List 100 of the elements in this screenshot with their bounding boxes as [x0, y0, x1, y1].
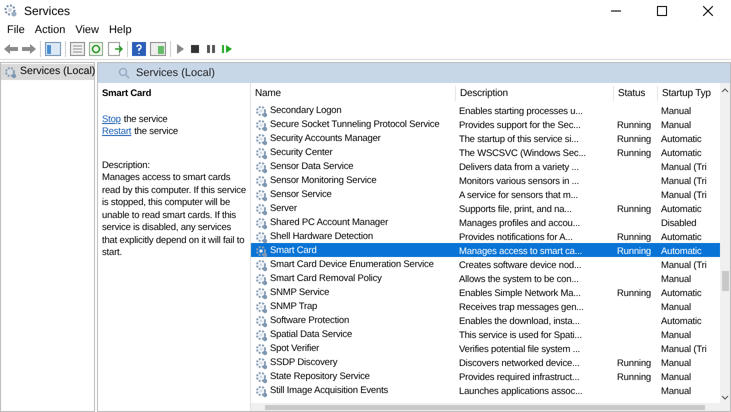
table-cell: Enables starting processes u...	[459, 106, 583, 117]
table-cell: Still Image Acquisition Events	[270, 384, 388, 398]
pause-icon[interactable]	[205, 43, 217, 55]
table-cell: Automatic	[661, 316, 702, 327]
scroll-thumb[interactable]	[265, 404, 705, 410]
table-cell: Spatial Data Service	[270, 328, 352, 342]
table-cell: Automatic	[661, 246, 702, 257]
table-cell: Discovers networked device...	[459, 358, 580, 369]
service-row[interactable]: Security Center The WSCSVC (Windows Sec... Running Automatic	[251, 145, 720, 159]
properties-icon[interactable]	[70, 42, 85, 56]
table-cell: Running	[617, 246, 651, 257]
table-cell: Manual	[661, 302, 691, 313]
table-cell: Automatic	[661, 134, 702, 145]
action-text: the service	[124, 114, 168, 126]
column-header[interactable]: Status	[613, 86, 657, 100]
table-cell: SNMP Trap	[270, 300, 318, 314]
table-cell: Manual	[661, 358, 691, 369]
table-cell: Manages profiles and accou...	[459, 218, 580, 229]
table-cell: Supports file, print, and na...	[459, 204, 572, 215]
table-cell: Spot Verifier	[270, 342, 320, 356]
table-cell: The WSCSVC (Windows Sec...	[459, 148, 586, 159]
view-pane-icon[interactable]	[150, 42, 166, 56]
service-row[interactable]: Still Image Acquisition Events Launches applications assoc... Manual	[251, 383, 720, 397]
service-row[interactable]: Smart Card Removal Policy Allows the system to be con... Manual	[251, 271, 720, 285]
table-cell: Smart Card	[270, 244, 317, 258]
table-cell: The startup of this service si...	[459, 134, 579, 145]
service-row[interactable]: Sensor Monitoring Service Monitors various sensors in ... Manual (Tri	[251, 173, 720, 187]
menu-item[interactable]: Action	[30, 22, 70, 39]
action-link[interactable]: Stop	[102, 114, 121, 126]
scroll-thumb[interactable]	[722, 271, 728, 291]
table-cell: Monitors various sensors in ...	[459, 176, 579, 187]
service-row[interactable]: Spatial Data Service This service is used for Spati... Manual	[251, 327, 720, 341]
table-cell: SNMP Service	[270, 286, 330, 300]
table-cell: Sensor Monitoring Service	[270, 174, 376, 188]
service-row[interactable]: Shared PC Account Manager Manages profiles and accou... Disabled	[251, 215, 720, 229]
description-text: Manages access to smart cards read by this computer. If this service is stopped, this computer will be unable to read smart cards. If this service is disabled, any services that explicitly depend on it will fail to start.	[102, 172, 246, 260]
table-cell: A service for sensors that m...	[459, 190, 578, 201]
table-cell: Automatic	[661, 232, 702, 243]
table-cell: Manual (Tri	[661, 260, 706, 271]
service-row[interactable]: Smart Card Manages access to smart ca... Running Automatic	[251, 243, 720, 257]
vertical-scrollbar[interactable]	[720, 83, 730, 403]
table-cell: Manual	[661, 330, 691, 341]
refresh-icon[interactable]	[89, 42, 104, 56]
table-cell: Launches applications assoc...	[459, 386, 582, 397]
stop-icon[interactable]	[189, 43, 201, 55]
table-cell: Smart Card Removal Policy	[270, 272, 382, 286]
service-row[interactable]: Security Accounts Manager The startup of this service si... Running Automatic	[251, 131, 720, 145]
scroll-down-icon[interactable]	[721, 395, 729, 401]
table-cell: Running	[617, 232, 651, 243]
service-row[interactable]: Server Supports file, print, and na... Running Automatic	[251, 201, 720, 215]
menu-item[interactable]: File	[2, 22, 30, 39]
service-title: Smart Card	[102, 88, 152, 100]
export-icon[interactable]	[108, 42, 123, 56]
service-row[interactable]: Shell Hardware Detection Provides notifications for A... Running Automatic	[251, 229, 720, 243]
console-tree-icon[interactable]	[45, 42, 61, 56]
table-cell: Provides support for the Sec...	[459, 120, 581, 131]
table-cell: Running	[617, 204, 651, 215]
table-cell: Running	[617, 372, 651, 383]
table-cell: Manual	[661, 386, 691, 397]
window-title: Services	[24, 3, 70, 20]
service-row[interactable]: SSDP Discovery Discovers networked device... Running Manual	[251, 355, 720, 369]
service-row[interactable]: Secondary Logon Enables starting processes u... Manual	[251, 103, 720, 117]
table-cell: Security Center	[270, 146, 332, 160]
service-row[interactable]: Smart Card Device Enumeration Service Creates software device nod... Manual (Tri	[251, 257, 720, 271]
table-cell: Manual (Tri	[661, 162, 706, 173]
table-cell: Delivers data from a variety ...	[459, 162, 579, 173]
service-row[interactable]: Sensor Data Service Delivers data from a variety ... Manual (Tri	[251, 159, 720, 173]
back-arrow-icon[interactable]	[4, 43, 18, 55]
service-row[interactable]: State Repository Service Provides required infrastruct... Running Manual	[251, 369, 720, 383]
resume-icon[interactable]	[221, 43, 233, 55]
close-icon	[703, 6, 713, 16]
table-cell: Disabled	[661, 218, 696, 229]
scroll-up-icon[interactable]	[721, 87, 729, 93]
service-row[interactable]: Sensor Service A service for sensors that m... Manual (Tri	[251, 187, 720, 201]
action-link[interactable]: Restart	[102, 126, 132, 138]
service-row[interactable]: Secure Socket Tunneling Protocol Service Provides support for the Sec... Running Manual	[251, 117, 720, 131]
table-cell: Enables Simple Network Ma...	[459, 288, 581, 299]
forward-arrow-icon[interactable]	[22, 43, 36, 55]
menu-item[interactable]: View	[70, 22, 104, 39]
service-row[interactable]: SNMP Service Enables Simple Network Ma... Running Automatic	[251, 285, 720, 299]
column-header[interactable]: Description	[455, 86, 613, 100]
play-icon[interactable]	[175, 43, 185, 55]
service-row[interactable]: SNMP Trap Receives trap messages gen... Manual	[251, 299, 720, 313]
table-cell: Running	[617, 120, 651, 131]
column-header[interactable]: Name	[251, 86, 455, 100]
tree-item[interactable]: Services (Local)	[1, 64, 94, 80]
table-cell: Allows the system to be con...	[459, 274, 579, 285]
table-cell: Automatic	[661, 148, 702, 159]
service-row[interactable]: Spot Verifier Verifies potential file system ... Manual (Tri	[251, 341, 720, 355]
table-cell: Software Protection	[270, 314, 350, 328]
horizontal-scrollbar[interactable]	[251, 403, 730, 411]
maximize-icon	[657, 6, 667, 16]
table-cell: Manual	[661, 372, 691, 383]
table-cell: Security Accounts Manager	[270, 132, 381, 146]
table-cell: Running	[617, 358, 651, 369]
table-cell: Secure Socket Tunneling Protocol Service	[270, 118, 440, 132]
help-icon[interactable]	[132, 42, 146, 56]
service-row[interactable]: Software Protection Enables the download, insta... Automatic	[251, 313, 720, 327]
menu-item[interactable]: Help	[104, 22, 137, 39]
table-cell: Manual	[661, 106, 691, 117]
